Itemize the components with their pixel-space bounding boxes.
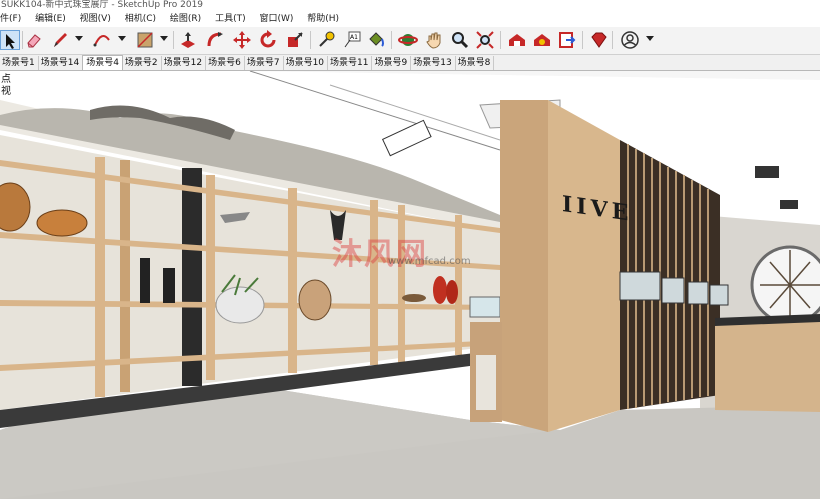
scene-hint-text: 点视 bbox=[1, 74, 11, 97]
menu-draw[interactable]: 绘图(R) bbox=[170, 11, 201, 27]
tab-scene[interactable]: 场景号7 bbox=[244, 56, 284, 70]
tab-scene[interactable]: 场景号1 bbox=[0, 56, 39, 70]
scale-icon[interactable] bbox=[285, 30, 305, 50]
tab-scene[interactable]: 场景号14 bbox=[38, 56, 84, 70]
chevron-down-icon[interactable] bbox=[75, 36, 83, 41]
text-icon[interactable]: A1 bbox=[342, 30, 362, 50]
menu-tools[interactable]: 工具(T) bbox=[215, 11, 246, 27]
menu-edit[interactable]: 编辑(E) bbox=[35, 11, 66, 27]
scene-tabs: 场景号1 场景号14 场景号4 场景号2 场景号12 场景号6 场景号7 场景号10 场景号11… bbox=[0, 55, 820, 71]
tape-measure-icon[interactable] bbox=[316, 30, 336, 50]
main-toolbar: A1 bbox=[0, 27, 820, 55]
ruby-icon[interactable] bbox=[589, 30, 609, 50]
menu-view[interactable]: 视图(V) bbox=[80, 11, 111, 27]
follow-me-icon[interactable] bbox=[205, 30, 225, 50]
menu-file[interactable]: 件(F) bbox=[0, 11, 21, 27]
menu-window[interactable]: 窗口(W) bbox=[259, 11, 293, 27]
warehouse-icon[interactable] bbox=[507, 30, 527, 50]
extension-warehouse-icon[interactable] bbox=[532, 30, 552, 50]
tab-scene[interactable]: 场景号6 bbox=[205, 56, 245, 70]
tab-scene[interactable]: 场景号8 bbox=[455, 56, 495, 70]
window-title: SUKK104-新中式珠宝展厅 - SketchUp Pro 2019 bbox=[0, 0, 820, 11]
push-pull-icon[interactable] bbox=[178, 30, 198, 50]
menu-camera[interactable]: 相机(C) bbox=[125, 11, 156, 27]
rectangle-icon[interactable] bbox=[135, 30, 155, 50]
paint-bucket-icon[interactable] bbox=[366, 30, 386, 50]
tab-scene[interactable]: 场景号13 bbox=[410, 56, 456, 70]
chevron-down-icon[interactable] bbox=[118, 36, 126, 41]
arc-icon[interactable] bbox=[92, 30, 112, 50]
model-viewport[interactable]: IIVE 沐风网 www.mfcad.com bbox=[0, 71, 820, 499]
watermark-url: www.mfcad.com bbox=[388, 256, 471, 267]
orbit-icon[interactable] bbox=[398, 30, 418, 50]
account-icon[interactable] bbox=[620, 30, 640, 50]
tab-scene-active[interactable]: 场景号4 bbox=[82, 55, 123, 70]
tab-scene[interactable]: 场景号2 bbox=[122, 56, 162, 70]
select-icon[interactable] bbox=[0, 30, 20, 50]
svg-text:A1: A1 bbox=[350, 34, 358, 41]
chevron-down-icon[interactable] bbox=[646, 36, 654, 41]
eraser-icon[interactable] bbox=[24, 30, 44, 50]
pencil-line-icon[interactable] bbox=[50, 30, 70, 50]
tab-scene[interactable]: 场景号12 bbox=[161, 56, 207, 70]
send-to-layout-icon[interactable] bbox=[557, 30, 577, 50]
tab-scene[interactable]: 场景号11 bbox=[327, 56, 373, 70]
pan-icon[interactable] bbox=[424, 30, 444, 50]
tab-scene[interactable]: 场景号10 bbox=[283, 56, 329, 70]
chevron-down-icon[interactable] bbox=[160, 36, 168, 41]
menu-help[interactable]: 帮助(H) bbox=[307, 11, 339, 27]
scene-render bbox=[0, 71, 820, 499]
move-icon[interactable] bbox=[232, 30, 252, 50]
tab-scene[interactable]: 场景号9 bbox=[371, 56, 412, 70]
zoom-extents-icon[interactable] bbox=[475, 30, 495, 50]
menu-bar: 件(F) 编辑(E) 视图(V) 相机(C) 绘图(R) 工具(T) 窗口(W)… bbox=[0, 11, 820, 27]
zoom-icon[interactable] bbox=[450, 30, 470, 50]
rotate-icon[interactable] bbox=[258, 30, 278, 50]
